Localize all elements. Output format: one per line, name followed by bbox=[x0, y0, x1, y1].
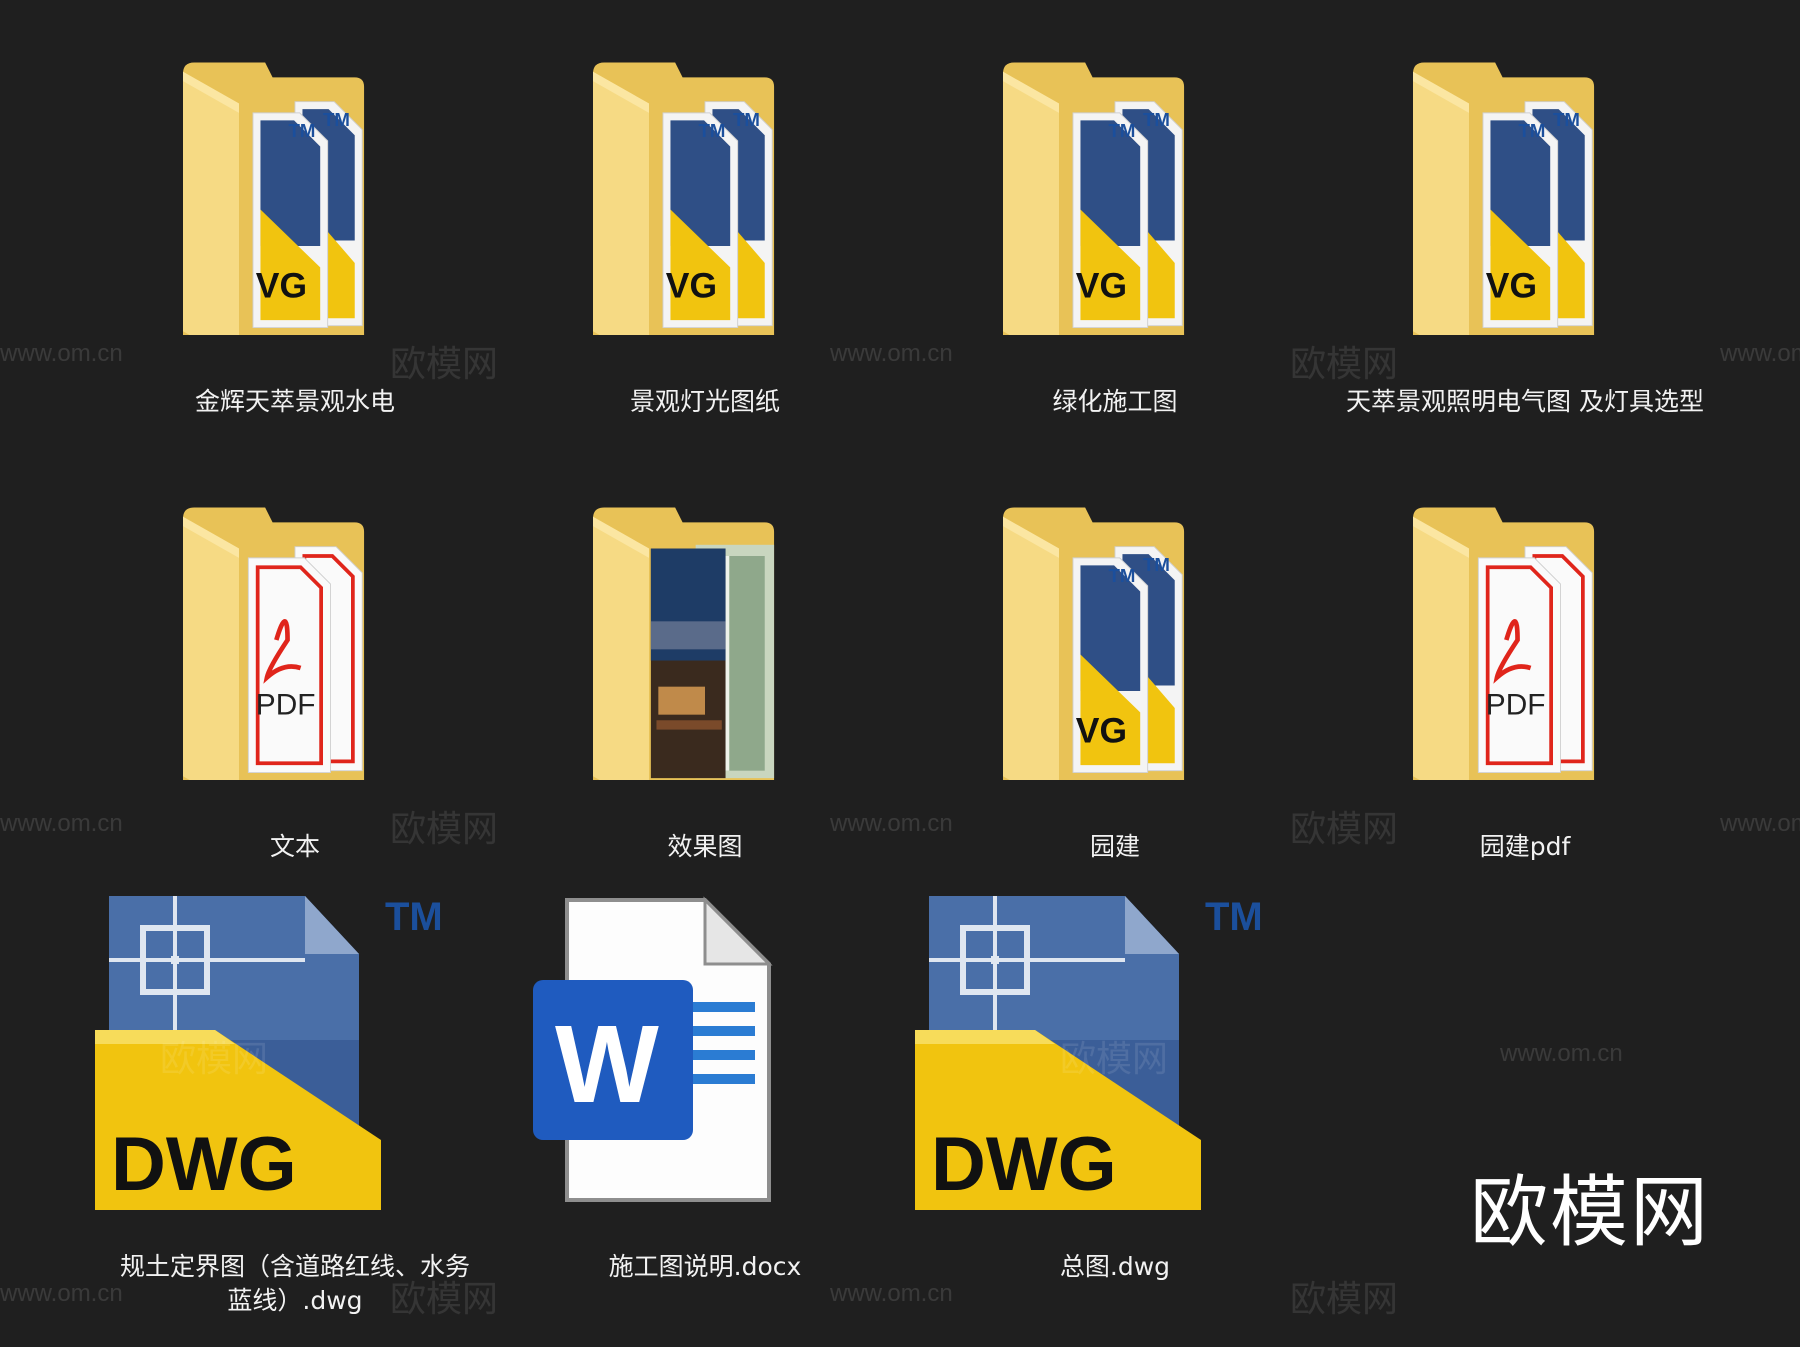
folder-pdf-thumbnail: PDF bbox=[1325, 500, 1725, 808]
brand-watermark: 欧模网 bbox=[1470, 1168, 1711, 1258]
svg-text:TM: TM bbox=[1143, 109, 1170, 130]
file-item[interactable]: TM TM VG 景观灯光图纸 bbox=[505, 55, 905, 475]
svg-text:TM: TM bbox=[733, 109, 760, 130]
file-item[interactable]: TM TM VG 天萃景观照明电气图 及灯具选型 bbox=[1325, 55, 1725, 475]
svg-text:PDF: PDF bbox=[256, 689, 316, 722]
dwg-folder-icon: TM TM VG bbox=[1003, 507, 1185, 808]
file-item[interactable]: TM TM VG 园建 bbox=[915, 500, 1315, 920]
svg-text:TM: TM bbox=[1518, 120, 1545, 141]
pdf-folder-icon: PDF bbox=[1413, 507, 1595, 808]
dwg-text: DWG bbox=[931, 1122, 1117, 1207]
dwg-folder-icon: TM TM VG bbox=[593, 62, 775, 364]
file-label: 天萃景观照明电气图 及灯具选型 bbox=[1346, 387, 1704, 416]
folder-dwg-thumbnail: TM TM VG bbox=[915, 500, 1315, 808]
file-item[interactable]: TM TM VG 金辉天萃景观水电 bbox=[95, 55, 495, 475]
dwg-text: DWG bbox=[111, 1122, 297, 1207]
file-dwg-thumbnail: DWG TM bbox=[915, 890, 1315, 1214]
svg-text:W: W bbox=[555, 1003, 659, 1126]
file-label: 园建 bbox=[1089, 832, 1140, 861]
file-label: 规土定界图（含道路红线、水务蓝线）.dwg bbox=[119, 1252, 470, 1315]
file-item[interactable]: DWG TM 总图.dwg bbox=[915, 890, 1315, 1310]
svg-text:PDF: PDF bbox=[1486, 689, 1546, 722]
dwg-file-icon: DWG TM bbox=[915, 895, 1263, 1210]
file-label: 金辉天萃景观水电 bbox=[194, 387, 395, 416]
file-label: 效果图 bbox=[667, 832, 743, 861]
file-docx-thumbnail: W bbox=[505, 890, 905, 1214]
dwg-folder-icon: TM TM VG bbox=[1413, 62, 1595, 364]
svg-text:TM: TM bbox=[323, 109, 350, 130]
file-item[interactable]: W 施工图说明.docx bbox=[505, 890, 905, 1310]
svg-text:TM: TM bbox=[1553, 109, 1580, 130]
file-item[interactable]: PDF 园建pdf bbox=[1325, 500, 1725, 920]
dwg-folder-icon: TM TM VG bbox=[1003, 62, 1185, 364]
svg-text:VG: VG bbox=[1076, 266, 1127, 306]
pdf-folder-icon: PDF bbox=[183, 507, 365, 808]
dwg-folder-icon: TM TM VG bbox=[183, 62, 365, 364]
svg-text:TM: TM bbox=[288, 120, 315, 141]
svg-text:VG: VG bbox=[666, 266, 717, 306]
image-folder-icon bbox=[593, 507, 775, 808]
file-item[interactable]: DWG TM 规土定界图（含道路红线、水务蓝线）.dwg bbox=[95, 890, 495, 1315]
svg-text:TM: TM bbox=[385, 895, 443, 939]
file-label: 施工图说明.docx bbox=[608, 1252, 802, 1281]
svg-text:TM: TM bbox=[698, 120, 725, 141]
file-label: 绿化施工图 bbox=[1052, 387, 1178, 416]
file-label: 园建pdf bbox=[1479, 832, 1571, 861]
folder-dwg-thumbnail: TM TM VG bbox=[505, 55, 905, 364]
folder-dwg-thumbnail: TM TM VG bbox=[915, 55, 1315, 364]
svg-text:VG: VG bbox=[256, 266, 307, 306]
svg-text:TM: TM bbox=[1205, 895, 1263, 939]
file-grid: TM TM VG 金辉天萃景观水电 TM TM VG 景观灯光图纸 TM TM … bbox=[0, 0, 1800, 1347]
svg-text:VG: VG bbox=[1486, 266, 1537, 306]
folder-pdf-thumbnail: PDF bbox=[95, 500, 495, 808]
svg-text:VG: VG bbox=[1076, 711, 1127, 751]
file-label: 文本 bbox=[269, 832, 320, 861]
file-item[interactable]: PDF 文本 bbox=[95, 500, 495, 920]
svg-text:TM: TM bbox=[1108, 120, 1135, 141]
file-label: 景观灯光图纸 bbox=[629, 387, 780, 416]
file-dwg-thumbnail: DWG TM bbox=[95, 890, 495, 1214]
file-label: 总图.dwg bbox=[1059, 1252, 1171, 1281]
word-file-icon: W bbox=[533, 896, 773, 1202]
folder-dwg-thumbnail: TM TM VG bbox=[95, 55, 495, 364]
dwg-file-icon: DWG TM bbox=[95, 895, 443, 1210]
file-item[interactable]: 效果图 bbox=[505, 500, 905, 920]
svg-text:TM: TM bbox=[1143, 554, 1170, 575]
folder-image-thumbnail bbox=[505, 500, 905, 808]
svg-text:TM: TM bbox=[1108, 565, 1135, 586]
folder-dwg-thumbnail: TM TM VG bbox=[1325, 55, 1725, 364]
file-item[interactable]: TM TM VG 绿化施工图 bbox=[915, 55, 1315, 475]
